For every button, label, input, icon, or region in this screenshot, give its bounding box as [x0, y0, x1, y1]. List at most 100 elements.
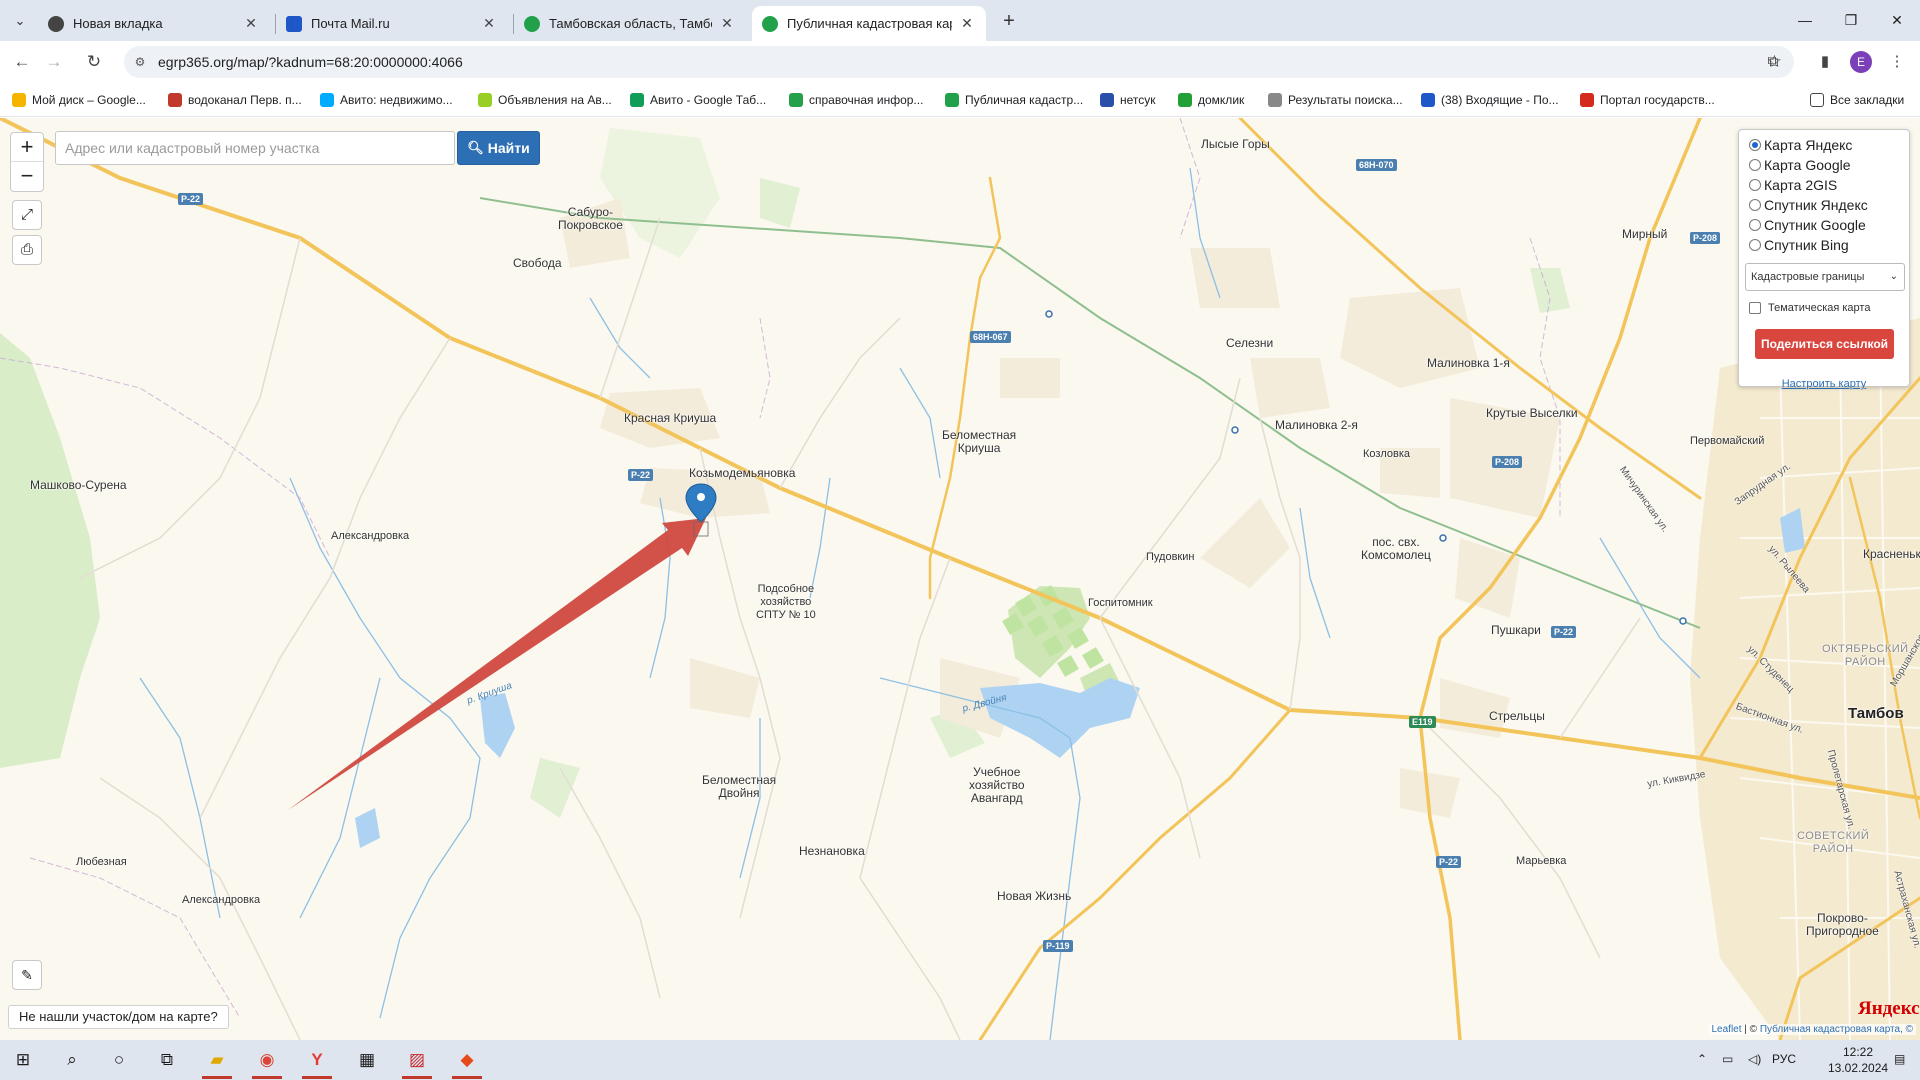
tab-strip: ⌄ Новая вкладка ✕ Почта Mail.ru ✕ Тамбов… — [0, 0, 1920, 41]
address-bar[interactable]: ⚙ egrp365.org/map/?kadnum=68:20:0000000:… — [124, 46, 1794, 78]
tab-tambov-region[interactable]: Тамбовская область, Тамбовс ✕ — [514, 6, 746, 41]
place-label: Учебное хозяйство Авангард — [969, 765, 1025, 805]
place-label: Госпитомник — [1088, 597, 1153, 609]
bookmark-item[interactable]: нетсук — [1100, 91, 1156, 109]
bookmark-item[interactable]: справочная инфор... — [789, 91, 923, 109]
overlay-select[interactable]: Кадастровые границы ⌄ — [1745, 263, 1905, 291]
restore-icon[interactable]: ❐ — [1828, 6, 1874, 34]
chrome-icon[interactable]: ◉ — [252, 1046, 282, 1079]
reload-icon[interactable]: ↻ — [82, 50, 106, 74]
tab-new-tab[interactable]: Новая вкладка ✕ — [38, 6, 270, 41]
mail-icon — [286, 15, 302, 32]
close-tab-icon[interactable]: ✕ — [958, 15, 976, 32]
domclick-icon — [1178, 93, 1192, 107]
radio-button[interactable] — [1749, 179, 1761, 191]
tab-mail[interactable]: Почта Mail.ru ✕ — [276, 6, 508, 41]
site-info-icon[interactable]: ⚙ — [132, 54, 148, 70]
search-input[interactable] — [56, 132, 454, 164]
profile-avatar[interactable]: E — [1850, 51, 1872, 73]
bookmark-item[interactable]: домклик — [1178, 91, 1244, 109]
search-icon: 🔍︎ — [467, 140, 484, 155]
tray-chevron-icon[interactable]: ⌃ — [1697, 1052, 1707, 1066]
mail-icon — [1421, 93, 1435, 107]
radio-button[interactable] — [1749, 159, 1761, 171]
gosuslugi-icon — [1580, 93, 1594, 107]
place-label: Крутые Выселки — [1486, 406, 1578, 420]
place-label: Марьевка — [1516, 855, 1567, 867]
all-bookmarks[interactable]: Все закладки — [1810, 91, 1904, 109]
bookmark-item[interactable]: Публичная кадастр... — [945, 91, 1083, 109]
bookmark-item[interactable]: (38) Входящие - По... — [1421, 91, 1559, 109]
back-icon[interactable]: ← — [10, 50, 34, 74]
minimize-icon[interactable]: — — [1782, 6, 1828, 34]
bookmark-item[interactable]: Мой диск – Google... — [12, 91, 146, 109]
bookmark-label: (38) Входящие - По... — [1441, 93, 1559, 107]
radio-button[interactable] — [1749, 239, 1761, 251]
tab-title: Новая вкладка — [73, 16, 163, 31]
layer-option-bing-satellite[interactable]: Спутник Bing — [1749, 237, 1849, 253]
layer-option-yandex-map[interactable]: Карта Яндекс — [1749, 137, 1852, 153]
configure-map-link[interactable]: Настроить карту — [1739, 378, 1909, 390]
calculator-icon[interactable]: ▦ — [352, 1046, 382, 1074]
extensions-icon[interactable]: ⧉ — [1762, 51, 1784, 73]
tab-title: Почта Mail.ru — [311, 16, 390, 31]
zoom-out-button[interactable]: − — [11, 162, 43, 191]
zoom-in-button[interactable]: + — [11, 133, 43, 162]
checkbox[interactable] — [1749, 302, 1761, 314]
thematic-map-toggle[interactable]: Тематическая карта — [1749, 302, 1870, 314]
close-window-icon[interactable]: ✕ — [1874, 6, 1920, 34]
task-view-icon[interactable]: ⧉ — [152, 1046, 182, 1074]
windows-start-icon[interactable]: ⊞ — [8, 1046, 38, 1074]
ruler-icon[interactable]: ✎ — [12, 960, 42, 990]
close-tab-icon[interactable]: ✕ — [480, 15, 498, 32]
road-shield: 68Н-067 — [970, 331, 1011, 343]
district-label: Октябрьский район — [1822, 643, 1909, 668]
radio-button[interactable] — [1749, 199, 1761, 211]
bookmark-item[interactable]: Авито - Google Таб... — [630, 91, 766, 109]
bookmark-item[interactable]: Авито: недвижимо... — [320, 91, 453, 109]
file-explorer-icon[interactable]: ▰ — [202, 1046, 232, 1079]
yandex-browser-icon[interactable]: Y — [302, 1046, 332, 1079]
language-indicator[interactable]: РУС — [1772, 1052, 1796, 1066]
layer-option-yandex-satellite[interactable]: Спутник Яндекс — [1749, 197, 1868, 213]
volume-icon[interactable]: ◁) — [1748, 1052, 1761, 1066]
forward-icon[interactable]: → — [42, 50, 66, 74]
radio-button[interactable] — [1749, 219, 1761, 231]
road-shield: Р-22 — [1551, 626, 1577, 638]
layer-option-2gis-map[interactable]: Карта 2GIS — [1749, 177, 1837, 193]
wps-office-icon[interactable]: ◆ — [452, 1046, 482, 1079]
bookmark-item[interactable]: Объявления на Ав... — [478, 91, 612, 109]
close-tab-icon[interactable]: ✕ — [718, 15, 736, 32]
new-tab-button[interactable]: + — [995, 8, 1023, 34]
attribution-source-link[interactable]: Публичная кадастровая карта, © — [1760, 1024, 1913, 1035]
notifications-icon[interactable]: ▤ — [1894, 1052, 1905, 1066]
close-tab-icon[interactable]: ✕ — [242, 15, 260, 32]
layer-option-label: Спутник Яндекс — [1764, 197, 1868, 213]
leaflet-link[interactable]: Leaflet — [1712, 1024, 1742, 1035]
network-icon[interactable]: ▭ — [1722, 1052, 1733, 1066]
side-panel-icon[interactable]: ▮ — [1814, 51, 1836, 73]
not-found-button[interactable]: Не нашли участок/дом на карте? — [8, 1005, 229, 1029]
cortana-icon[interactable]: ○ — [104, 1046, 134, 1074]
place-label: Первомайский — [1690, 435, 1765, 447]
place-label: Машково-Сурена — [30, 478, 127, 492]
bookmark-item[interactable]: Портал государств... — [1580, 91, 1715, 109]
tab-cadastral-map[interactable]: Публичная кадастровая карта ✕ — [752, 6, 986, 41]
layer-option-google-map[interactable]: Карта Google — [1749, 157, 1851, 173]
map-canvas[interactable]: Лысые Горы Сабуро- Покровское Свобода Ми… — [0, 118, 1920, 1040]
bookmark-item[interactable]: водоканал Перв. п... — [168, 91, 302, 109]
system-clock[interactable]: 12:22 13.02.2024 — [1828, 1044, 1888, 1076]
bookmark-label: Авито: недвижимо... — [340, 93, 453, 107]
print-icon[interactable]: ⎙ — [12, 235, 42, 265]
radio-button[interactable] — [1749, 139, 1761, 151]
tab-search-chevron-icon[interactable]: ⌄ — [8, 9, 32, 33]
menu-icon[interactable]: ⋮ — [1886, 51, 1908, 73]
search-icon[interactable]: ⌕ — [57, 1046, 87, 1074]
url-text[interactable]: egrp365.org/map/?kadnum=68:20:0000000:40… — [158, 54, 463, 70]
share-link-button[interactable]: Поделиться ссылкой — [1755, 329, 1894, 359]
find-button[interactable]: 🔍︎ Найти — [457, 131, 540, 165]
paint-icon[interactable]: ▨ — [402, 1046, 432, 1079]
fullscreen-icon[interactable]: ⤢ — [12, 200, 42, 230]
bookmark-item[interactable]: Результаты поиска... — [1268, 91, 1403, 109]
layer-option-google-satellite[interactable]: Спутник Google — [1749, 217, 1866, 233]
